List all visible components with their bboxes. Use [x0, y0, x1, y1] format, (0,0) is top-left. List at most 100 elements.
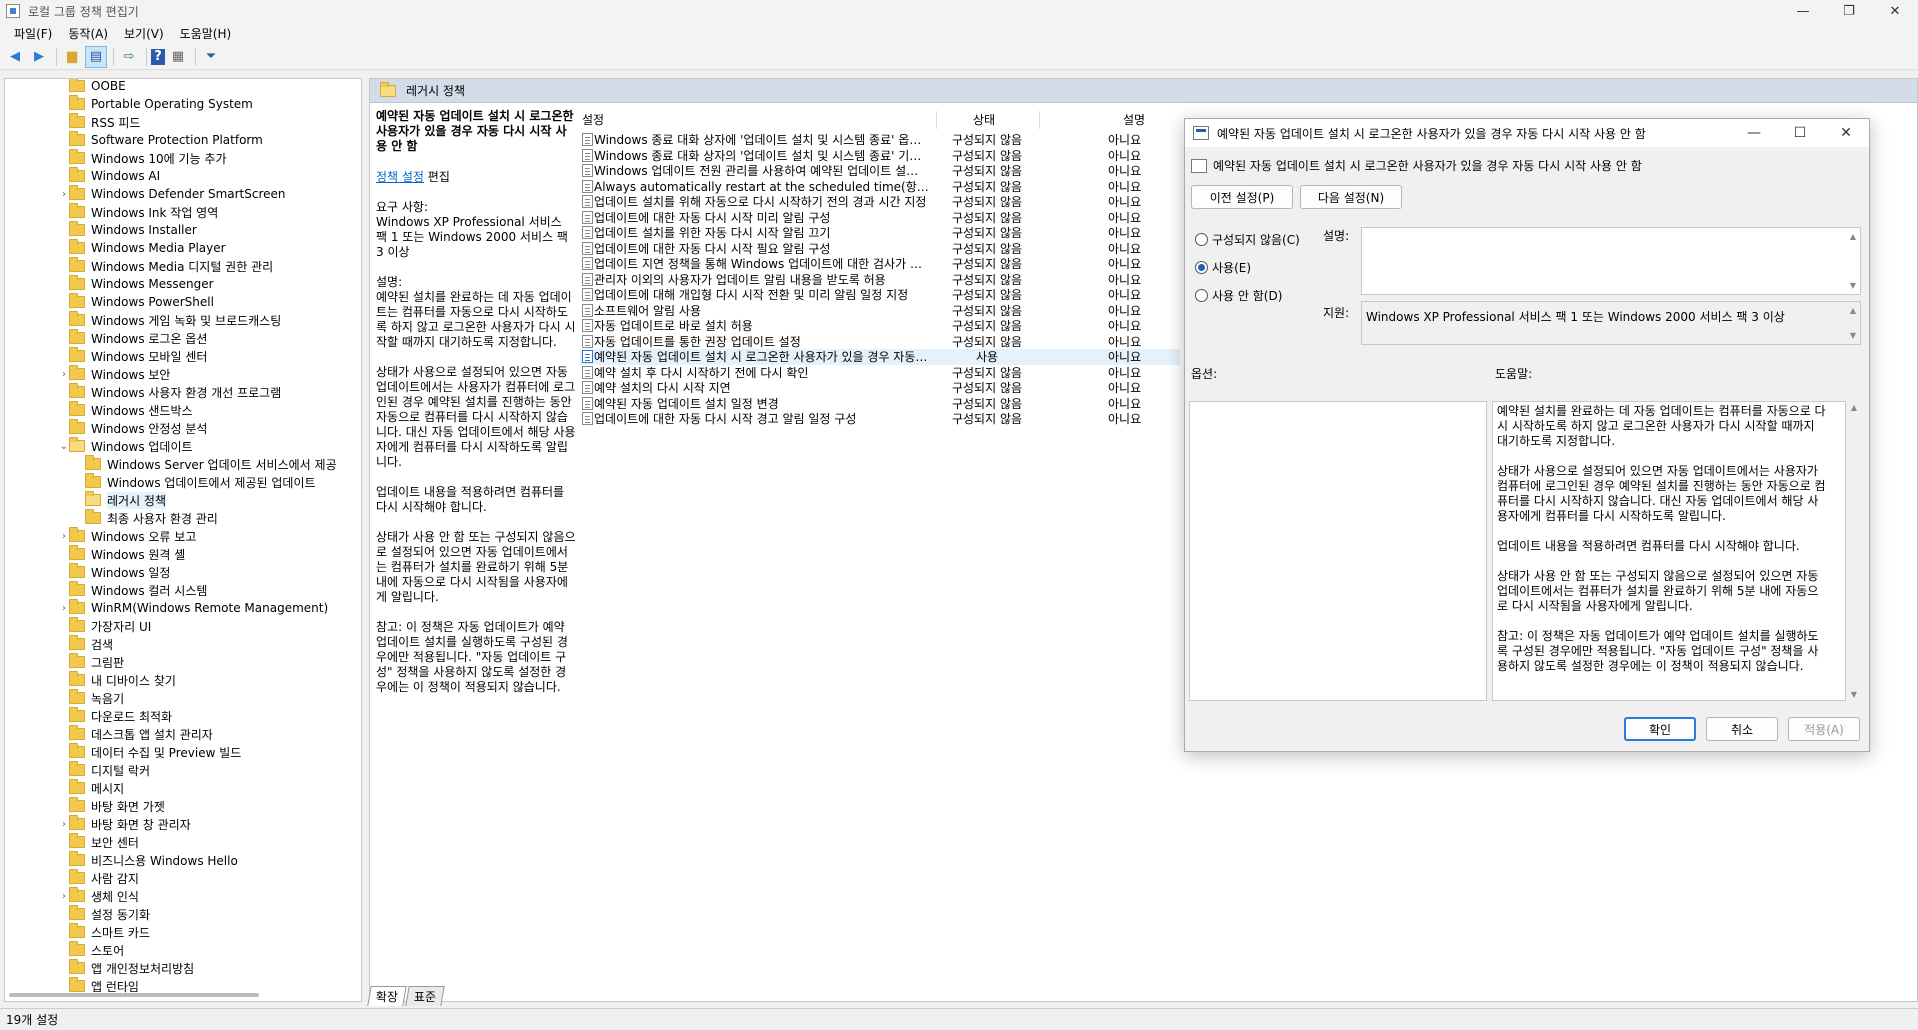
radio-button[interactable] — [1195, 233, 1208, 246]
policy-row[interactable]: 업데이트 지연 정책을 통해 Windows 업데이트에 대한 검사가 발생하지… — [580, 256, 1180, 272]
tree-item[interactable]: 사람 감지 — [69, 869, 139, 887]
tree-item[interactable]: › Windows 보안 — [62, 365, 170, 383]
menu-view[interactable]: 보기(V) — [116, 25, 172, 42]
tree-item[interactable]: Portable Operating System — [69, 95, 253, 113]
policy-row[interactable]: 예약 설치 후 다시 시작하기 전에 다시 확인 구성되지 않음 아니요 — [580, 365, 1180, 381]
tree-item[interactable]: 디지털 락커 — [69, 761, 150, 779]
policy-row[interactable]: 업데이트 설치를 위한 자동 다시 시작 알림 끄기 구성되지 않음 아니요 — [580, 225, 1180, 241]
policy-row[interactable]: 예약된 자동 업데이트 설치 시 로그온한 사용자가 있을 경우 자동 다시 시… — [580, 349, 1180, 365]
tree-item[interactable]: Windows Server 업데이트 서비스에서 제공 — [85, 455, 337, 473]
tree-item[interactable]: 레거시 정책 — [85, 491, 167, 509]
column-header-setting[interactable]: 설정 — [582, 109, 604, 129]
tree-item[interactable]: Windows 모바일 센터 — [69, 347, 207, 365]
dialog-maximize-button[interactable]: ☐ — [1777, 119, 1823, 147]
tree-item[interactable]: Windows 업데이트에서 제공된 업데이트 — [85, 473, 316, 491]
dialog-minimize-button[interactable]: — — [1731, 119, 1777, 147]
tree-item[interactable]: 가장자리 UI — [69, 617, 151, 635]
tree-item[interactable]: 그림판 — [69, 653, 124, 671]
tree-item[interactable]: Windows 원격 셸 — [69, 545, 185, 563]
radio-not-configured[interactable]: 구성되지 않음(C) — [1195, 231, 1300, 248]
tree-pane[interactable]: OOBE Portable Operating System RSS 피드 Softw… — [4, 78, 362, 1002]
policy-row[interactable]: 업데이트에 대한 자동 다시 시작 필요 알림 구성 구성되지 않음 아니요 — [580, 241, 1180, 257]
tree-item[interactable]: › Windows Defender SmartScreen — [62, 185, 286, 203]
tree-item[interactable]: Windows 샌드박스 — [69, 401, 193, 419]
tree-item[interactable]: Windows Installer — [69, 221, 197, 239]
policy-row[interactable]: 업데이트에 대한 자동 다시 시작 미리 알림 구성 구성되지 않음 아니요 — [580, 210, 1180, 226]
tree-item[interactable]: Windows Ink 작업 영역 — [69, 203, 218, 221]
tree-item[interactable]: 검색 — [69, 635, 113, 653]
show-tree-icon[interactable]: ▤ — [85, 45, 107, 68]
column-divider[interactable] — [1039, 111, 1040, 129]
tree-item[interactable]: 다운로드 최적화 — [69, 707, 172, 725]
tree-item[interactable]: OOBE — [69, 79, 126, 95]
radio-button[interactable] — [1195, 289, 1208, 302]
close-button[interactable]: ✕ — [1872, 0, 1918, 22]
tree-item[interactable]: Windows 컬러 시스템 — [69, 581, 207, 599]
tree-item[interactable]: Windows 안정성 분석 — [69, 419, 207, 437]
tree-item[interactable]: Windows 사용자 환경 개선 프로그램 — [69, 383, 281, 401]
properties-icon[interactable]: ▦ — [167, 46, 189, 68]
column-header-state[interactable]: 상태 — [973, 109, 995, 129]
policy-row[interactable]: 예약 설치의 다시 시작 지연 구성되지 않음 아니요 — [580, 380, 1180, 396]
supported-scrollbar[interactable]: ▲ ▼ — [1848, 306, 1858, 340]
policy-row[interactable]: 업데이트 설치를 위해 자동으로 다시 시작하기 전의 경과 시간 지정 구성되지… — [580, 194, 1180, 210]
tree-item[interactable]: Software Protection Platform — [69, 131, 263, 149]
maximize-button[interactable]: ❐ — [1826, 0, 1872, 22]
tree-item[interactable]: 내 디바이스 찾기 — [69, 671, 176, 689]
tab-extended[interactable]: 확장 — [367, 986, 407, 1006]
ok-button[interactable]: 확인 — [1624, 717, 1696, 741]
policy-row[interactable]: 관리자 이외의 사용자가 업데이트 알림 내용을 받도록 허용 구성되지 않음 아니… — [580, 272, 1180, 288]
tree-item[interactable]: 스마트 카드 — [69, 923, 150, 941]
tree-item[interactable]: RSS 피드 — [69, 113, 140, 131]
tree-item[interactable]: 비즈니스용 Windows Hello — [69, 851, 238, 869]
tree-item[interactable]: Windows 10에 기능 추가 — [69, 149, 226, 167]
tree-item[interactable]: › 생체 인식 — [62, 887, 139, 905]
policy-row[interactable]: 자동 업데이트로 바로 설치 허용 구성되지 않음 아니요 — [580, 318, 1180, 334]
tree-item[interactable]: ⌄ Windows 업데이트 — [60, 437, 193, 455]
minimize-button[interactable]: — — [1780, 0, 1826, 22]
tree-item[interactable]: 앱 개인정보처리방침 — [69, 959, 194, 977]
expand-chevron-icon[interactable]: › — [59, 819, 69, 830]
tree-item[interactable]: Windows 게임 녹화 및 브로드캐스팅 — [69, 311, 281, 329]
comment-textbox[interactable]: ▲ ▼ — [1361, 227, 1861, 295]
forward-arrow-icon[interactable]: ▶ — [28, 46, 50, 68]
export-list-icon[interactable]: ⇨ — [118, 46, 140, 68]
collapse-chevron-icon[interactable]: ⌄ — [59, 441, 69, 452]
tree-item[interactable]: 녹음기 — [69, 689, 124, 707]
tree-item[interactable]: › 바탕 화면 창 관리자 — [62, 815, 191, 833]
tree-item[interactable]: 메시지 — [69, 779, 124, 797]
tree-item[interactable]: 데스크톱 앱 설치 관리자 — [69, 725, 213, 743]
edit-policy-link[interactable]: 정책 설정 — [376, 170, 424, 184]
radio-disabled[interactable]: 사용 안 함(D) — [1195, 287, 1282, 304]
column-header-comment[interactable]: 설명 — [1123, 109, 1145, 129]
tree-item[interactable]: Windows PowerShell — [69, 293, 214, 311]
expand-chevron-icon[interactable]: › — [59, 531, 69, 542]
back-arrow-icon[interactable]: ◀ — [4, 46, 26, 68]
comment-scrollbar[interactable]: ▲ ▼ — [1848, 232, 1858, 290]
tree-item[interactable]: 최종 사용자 환경 관리 — [85, 509, 218, 527]
previous-setting-button[interactable]: 이전 설정(P) — [1191, 185, 1293, 209]
tree-item[interactable]: Windows 일정 — [69, 563, 170, 581]
tree-item[interactable]: 바탕 화면 가젯 — [69, 797, 165, 815]
tree-item[interactable]: 데이터 수집 및 Preview 빌드 — [69, 743, 241, 761]
policy-row[interactable]: Windows 업데이트 전원 관리를 사용하여 예약된 업데이트 설치를 위해… — [580, 163, 1180, 179]
policy-row[interactable]: 예약된 자동 업데이트 설치 일정 변경 구성되지 않음 아니요 — [580, 396, 1180, 412]
tree-item[interactable]: › Windows 오류 보고 — [62, 527, 196, 545]
tree-item[interactable]: Windows AI — [69, 167, 160, 185]
expand-chevron-icon[interactable]: › — [59, 891, 69, 902]
policy-row[interactable]: 업데이트에 대한 자동 다시 시작 경고 알림 일정 구성 구성되지 않음 아니요 — [580, 411, 1180, 427]
tree-item[interactable]: 앱 런타임 — [69, 977, 139, 995]
up-folder-icon[interactable]: ▆ — [61, 46, 83, 68]
policy-row[interactable]: Windows 종료 대화 상자의 '업데이트 설치 및 시스템 종료' 기본 … — [580, 148, 1180, 164]
tree-item[interactable]: 스토어 — [69, 941, 124, 959]
expand-chevron-icon[interactable]: › — [59, 369, 69, 380]
menu-action[interactable]: 동작(A) — [60, 25, 116, 42]
tree-item[interactable]: › WinRM(Windows Remote Management) — [62, 599, 328, 617]
expand-chevron-icon[interactable]: › — [59, 603, 69, 614]
tree-item[interactable]: 설정 동기화 — [69, 905, 150, 923]
policy-row[interactable]: Always automatically restart at the sche… — [580, 179, 1180, 195]
tree-item[interactable]: Windows Media 디지털 권한 관리 — [69, 257, 273, 275]
menu-file[interactable]: 파일(F) — [6, 25, 60, 42]
radio-button[interactable] — [1195, 261, 1208, 274]
next-setting-button[interactable]: 다음 설정(N) — [1300, 185, 1402, 209]
